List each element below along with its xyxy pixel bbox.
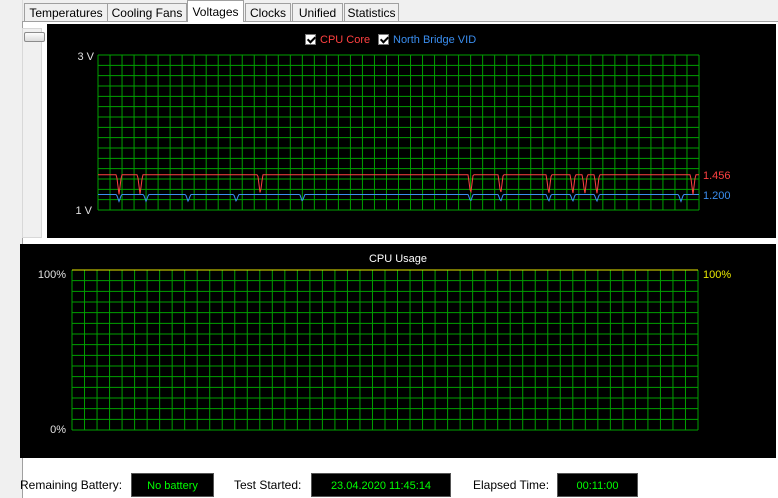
tab-clocks[interactable]: Clocks: [245, 3, 291, 21]
elapsed-time-value: 00:11:00: [557, 473, 638, 497]
cpu-y-max-label: 100%: [38, 269, 66, 281]
remaining-battery-value: No battery: [131, 473, 214, 497]
test-started-label: Test Started:: [234, 478, 302, 492]
nb-vid-value: 1.200: [703, 190, 731, 202]
test-started-value: 23.04.2020 11:45:14: [311, 473, 451, 497]
cpu-core-value: 1.456: [703, 170, 731, 182]
tab-temperatures[interactable]: Temperatures: [24, 3, 108, 21]
tab-cooling-fans[interactable]: Cooling Fans: [107, 3, 187, 21]
elapsed-time-label: Elapsed Time:: [473, 478, 550, 492]
cpu-y-min-label: 0%: [50, 424, 66, 436]
cpu-core-checkbox[interactable]: [305, 34, 316, 45]
legend-north-bridge-vid[interactable]: North Bridge VID: [378, 33, 476, 47]
volt-y-max-label: 3 V: [77, 51, 94, 63]
tab-statistics[interactable]: Statistics: [344, 3, 399, 21]
zoom-slider-track[interactable]: [22, 28, 42, 238]
cpu-usage-title: CPU Usage: [369, 253, 427, 265]
voltage-graph-canvas: 3 V 1 V 1.456 1.200: [75, 51, 731, 217]
legend-nb-vid-label: North Bridge VID: [393, 34, 477, 46]
cpu-usage-graph-canvas: CPU Usage 100% 0% 100%: [38, 253, 731, 436]
legend-cpu-core[interactable]: CPU Core: [305, 33, 370, 47]
volt-y-min-label: 1 V: [75, 205, 92, 217]
remaining-battery-label: Remaining Battery:: [20, 478, 123, 492]
zoom-slider-thumb[interactable]: [24, 32, 45, 42]
nb-vid-checkbox[interactable]: [378, 34, 389, 45]
tab-voltages[interactable]: Voltages: [187, 0, 244, 22]
voltage-graph: 3 V 1 V 1.456 1.200 CPU Core North Bridg…: [47, 24, 776, 238]
cpu-usage-current-value: 100%: [703, 269, 731, 281]
cpu-usage-graph: CPU Usage 100% 0% 100%: [20, 244, 776, 458]
tab-unified[interactable]: Unified: [292, 3, 343, 21]
legend-cpu-core-label: CPU Core: [320, 34, 371, 46]
